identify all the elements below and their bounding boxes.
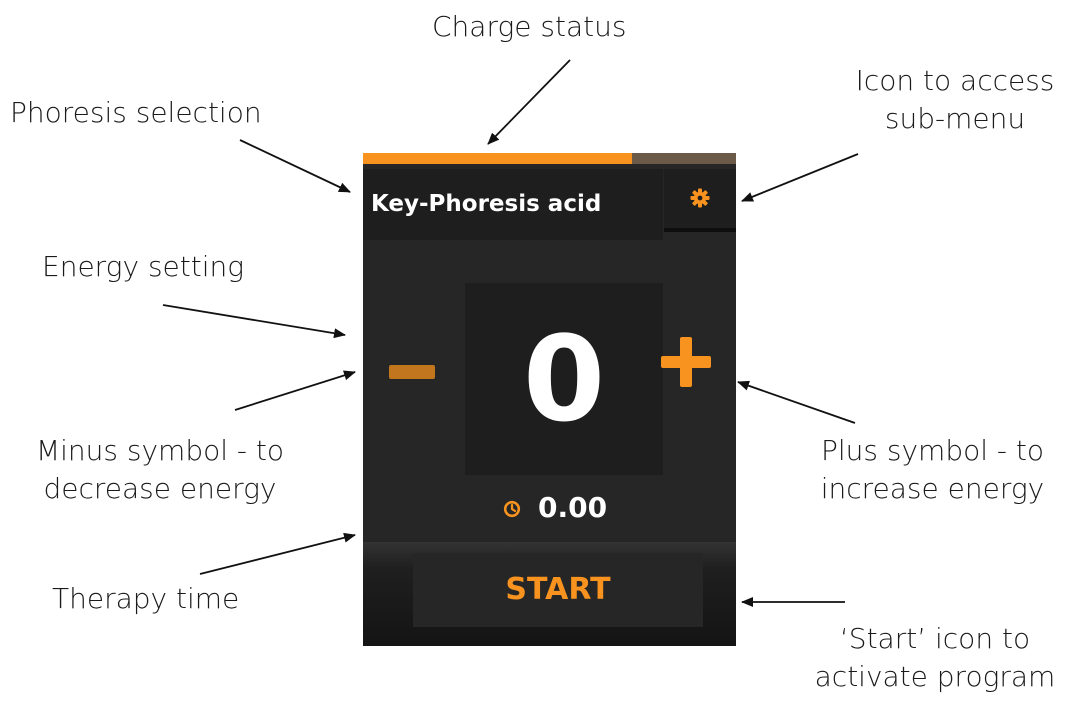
therapy-time-value: 0.00 bbox=[538, 491, 608, 524]
annotation-charge-status: Charge status bbox=[432, 10, 627, 43]
annotation-submenu-line1: Icon to access bbox=[855, 64, 1055, 97]
annotation-minus-symbol: Minus symbol - to decrease energy bbox=[10, 432, 310, 508]
annotation-minus-line1: Minus symbol - to bbox=[35, 434, 285, 467]
annotation-phoresis-selection: Phoresis selection bbox=[10, 96, 262, 129]
energy-value: 0 bbox=[522, 310, 606, 448]
annotation-energy-setting: Energy setting bbox=[42, 250, 245, 283]
annotation-start-line1: ‘Start’ icon to bbox=[839, 622, 1031, 655]
annotation-plus-line1: Plus symbol - to bbox=[820, 434, 1045, 467]
energy-display: 0 bbox=[465, 283, 663, 475]
annotation-minus-line2: decrease energy bbox=[43, 472, 277, 505]
annotation-start-icon: ‘Start’ icon to activate program bbox=[800, 620, 1070, 696]
annotation-submenu-line2: sub-menu bbox=[884, 102, 1026, 135]
arrow-minus-symbol bbox=[234, 370, 356, 411]
arrow-energy-setting bbox=[162, 304, 346, 339]
device-screen: Key-Phoresis acid 0 0.00 START bbox=[363, 153, 736, 646]
arrow-plus-symbol bbox=[737, 380, 856, 424]
start-button[interactable]: START bbox=[413, 553, 703, 627]
submenu-button[interactable] bbox=[664, 169, 736, 228]
clock-icon bbox=[503, 500, 521, 518]
submenu-button-shadow bbox=[664, 228, 736, 232]
phoresis-selection[interactable]: Key-Phoresis acid bbox=[363, 169, 663, 240]
charge-status-fill bbox=[363, 153, 632, 164]
annotation-start-line2: activate program bbox=[814, 660, 1056, 693]
charge-status-bar bbox=[363, 153, 736, 164]
annotation-submenu-icon: Icon to access sub-menu bbox=[835, 62, 1075, 138]
minus-icon bbox=[389, 365, 435, 379]
annotation-plus-line2: increase energy bbox=[820, 472, 1045, 505]
annotation-plus-symbol: Plus symbol - to increase energy bbox=[790, 432, 1075, 508]
gear-icon bbox=[690, 188, 710, 208]
arrow-therapy-time bbox=[199, 532, 356, 575]
arrow-phoresis-selection bbox=[239, 139, 351, 193]
plus-icon-vertical bbox=[680, 337, 692, 387]
decrease-energy-button[interactable] bbox=[383, 343, 443, 403]
increase-energy-button[interactable] bbox=[658, 333, 718, 393]
annotation-therapy-time: Therapy time bbox=[52, 582, 240, 615]
arrow-charge-status bbox=[487, 59, 571, 145]
arrow-submenu-icon bbox=[741, 153, 859, 202]
